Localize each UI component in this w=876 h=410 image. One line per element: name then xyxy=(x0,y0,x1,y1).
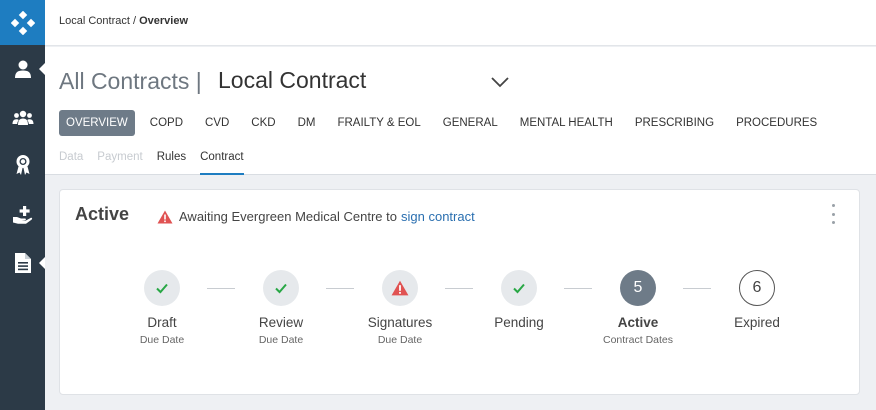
step-pending: Pending xyxy=(459,270,579,334)
step-active: 5 Active Contract Dates xyxy=(578,270,698,346)
tab-ckd[interactable]: CKD xyxy=(244,110,282,136)
contract-alert: Awaiting Evergreen Medical Centre to sig… xyxy=(157,209,475,224)
step-sublabel: Due Date xyxy=(258,334,304,346)
contract-selector-value[interactable]: Local Contract xyxy=(218,67,366,94)
award-icon xyxy=(16,155,29,175)
contract-status-card: Active Awaiting Evergreen Medical Centre… xyxy=(59,189,860,395)
sidebar-item-profile[interactable] xyxy=(0,49,45,89)
breadcrumb: Local Contract / Overview xyxy=(59,15,188,27)
logo-icon xyxy=(10,10,35,35)
tab-mental-health[interactable]: MENTAL HEALTH xyxy=(513,110,620,136)
check-icon xyxy=(275,283,287,294)
step-label: Signatures xyxy=(367,315,433,330)
step-label: Pending xyxy=(494,315,544,330)
tab-copd[interactable]: COPD xyxy=(143,110,190,136)
step-warning-indicator xyxy=(382,270,418,306)
step-sublabel: Due Date xyxy=(377,334,423,346)
sidebar-item-achievements[interactable] xyxy=(0,145,45,185)
check-icon xyxy=(513,283,525,294)
breadcrumb-current: Overview xyxy=(139,15,189,27)
more-options-icon[interactable] xyxy=(827,204,839,224)
app-logo[interactable] xyxy=(0,0,45,45)
breadcrumb-parent[interactable]: Local Contract / xyxy=(59,15,139,27)
step-signatures: Signatures Due Date xyxy=(340,270,460,346)
subtab-rules[interactable]: Rules xyxy=(157,148,186,175)
step-number-indicator: 5 xyxy=(620,270,656,306)
sidebar-item-team[interactable] xyxy=(0,98,45,138)
step-draft: Draft Due Date xyxy=(102,270,222,346)
check-icon xyxy=(156,283,168,294)
all-contracts-link[interactable]: All Contracts | xyxy=(59,68,202,95)
tab-overview[interactable]: OVERVIEW xyxy=(59,110,135,136)
tab-procedures[interactable]: PROCEDURES xyxy=(729,110,824,136)
sign-contract-link[interactable]: sign contract xyxy=(401,209,475,224)
warning-icon xyxy=(157,210,173,223)
step-sublabel: Due Date xyxy=(139,334,185,346)
hand-plus-icon xyxy=(12,206,32,224)
sidebar xyxy=(0,0,45,410)
page-header: All Contracts | Local Contract OVERVIEW … xyxy=(45,47,876,175)
chevron-down-icon[interactable] xyxy=(489,71,511,93)
document-icon xyxy=(14,253,31,273)
warning-icon xyxy=(391,280,409,296)
step-complete-indicator xyxy=(501,270,537,306)
step-label: Active xyxy=(617,315,659,330)
user-icon xyxy=(14,60,31,78)
step-number-indicator: 6 xyxy=(739,270,775,306)
step-complete-indicator xyxy=(263,270,299,306)
group-icon xyxy=(12,110,33,125)
step-review: Review Due Date xyxy=(221,270,341,346)
subtab-contract[interactable]: Contract xyxy=(200,148,244,175)
tab-prescribing[interactable]: PRESCRIBING xyxy=(628,110,721,136)
contract-progress-stepper: Draft Due Date Review Due Date Signature… xyxy=(60,270,861,360)
step-sublabel: Contract Dates xyxy=(602,334,674,346)
subtab-payment: Payment xyxy=(97,151,143,163)
alert-text: Awaiting Evergreen Medical Centre to xyxy=(179,209,397,224)
contract-status-title: Active xyxy=(75,204,130,224)
step-label: Review xyxy=(258,315,304,330)
tab-frailty-eol[interactable]: FRAILTY & EOL xyxy=(330,110,427,136)
step-label: Draft xyxy=(147,315,177,330)
sidebar-item-contracts[interactable] xyxy=(0,243,45,283)
tab-general[interactable]: GENERAL xyxy=(436,110,505,136)
top-bar: Local Contract / Overview xyxy=(45,0,876,46)
tab-cvd[interactable]: CVD xyxy=(198,110,236,136)
category-tabs: OVERVIEW COPD CVD CKD DM FRAILTY & EOL G… xyxy=(59,110,832,136)
tab-dm[interactable]: DM xyxy=(291,110,323,136)
sub-tabs: Data Payment Rules Contract xyxy=(59,148,258,175)
step-expired: 6 Expired xyxy=(697,270,817,334)
step-label: Expired xyxy=(734,315,780,330)
sidebar-item-care[interactable] xyxy=(0,195,45,235)
subtab-data: Data xyxy=(59,151,84,163)
step-complete-indicator xyxy=(144,270,180,306)
